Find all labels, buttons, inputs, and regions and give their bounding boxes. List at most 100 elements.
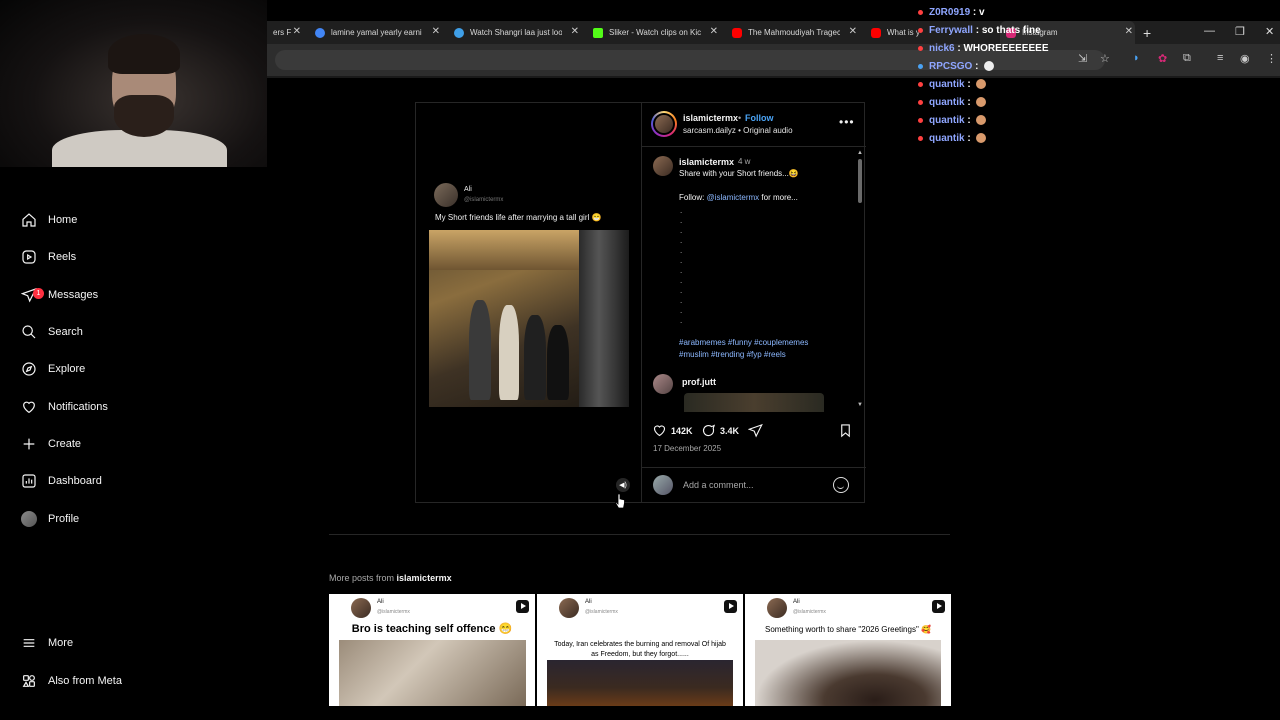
user-badge-icon <box>918 45 923 51</box>
heart-icon <box>20 398 38 416</box>
close-icon[interactable]: ✕ <box>571 26 579 37</box>
more-options-icon[interactable]: ••• <box>839 115 855 129</box>
thumbnail-image <box>339 640 526 706</box>
sidebar-item-label: Also from Meta <box>48 675 122 687</box>
instagram-sidebar: Home Reels 1 Messages Search Explore Not… <box>5 167 267 720</box>
thumbnail-caption: Bro is teaching self offence 😁 <box>351 623 513 635</box>
home-icon <box>20 211 38 229</box>
comments-scrollbar[interactable]: ▲ ▼ <box>857 150 863 410</box>
profile-icon[interactable]: ◉ <box>1240 52 1250 65</box>
more-posts-heading: More posts from islamictermx <box>329 573 452 583</box>
chat-username: RPCSGO <box>929 61 973 72</box>
sidebar-item-more[interactable]: More <box>20 628 73 658</box>
comment-button[interactable]: 3.4K <box>701 423 739 438</box>
sidebar-item-explore[interactable]: Explore <box>20 354 85 384</box>
close-icon[interactable]: ✕ <box>432 26 440 37</box>
browser-tab[interactable]: Sliker - Watch clips on Kic ✕ <box>587 21 720 44</box>
hamburger-menu-icon <box>20 634 38 652</box>
video-person <box>499 305 519 400</box>
thumbnail-image <box>547 660 733 706</box>
like-button[interactable]: 142K <box>652 423 693 438</box>
thumbnail-caption: Today, Iran celebrates the burning and r… <box>554 641 726 658</box>
hashtags[interactable]: #arabmemes #funny #couplememes #muslim #… <box>679 337 839 361</box>
post-video[interactable] <box>429 230 629 407</box>
extensions-puzzle-icon[interactable]: ⧉ <box>1183 52 1191 65</box>
post-author-username[interactable]: islamictermx <box>683 113 738 123</box>
close-icon[interactable]: ✕ <box>293 26 301 37</box>
scroll-up-icon[interactable]: ▲ <box>857 150 863 156</box>
more-posts-username[interactable]: islamictermx <box>397 573 452 583</box>
sidebar-item-home[interactable]: Home <box>20 205 77 235</box>
caption-dots: . . . . . . . . . . . . <box>680 206 683 325</box>
scroll-down-icon[interactable]: ▼ <box>857 402 863 408</box>
install-icon[interactable]: ⇲ <box>1078 52 1087 65</box>
sidebar-item-notifications[interactable]: Notifications <box>20 392 108 422</box>
menu-kebab-icon[interactable]: ⋮ <box>1266 52 1277 65</box>
tab-search-icon[interactable]: ≡ <box>1217 52 1223 64</box>
story-ring-avatar[interactable] <box>651 111 677 137</box>
sidebar-item-also-from-meta[interactable]: Also from Meta <box>20 666 122 696</box>
sidebar-item-messages[interactable]: 1 Messages <box>20 280 98 310</box>
sidebar-item-dashboard[interactable]: Dashboard <box>20 466 102 496</box>
comments-section: islamictermx 4 w Share with your Short f… <box>642 148 866 412</box>
chat-message: nick6 : WHOREEEEEEEE <box>918 43 1049 54</box>
tab-title: Sliker - Watch clips on Kic <box>609 28 701 37</box>
caption-author-username[interactable]: islamictermx <box>679 157 734 167</box>
more-post-thumbnail[interactable]: Ali @islamictermx Bro is teaching self o… <box>329 594 535 706</box>
more-post-thumbnail[interactable]: Ali @islamictermx Something worth to sha… <box>745 594 951 706</box>
video-person <box>524 315 546 400</box>
new-tab-button[interactable]: + <box>1143 25 1151 41</box>
sidebar-item-profile[interactable]: Profile <box>20 504 79 534</box>
browser-tab[interactable]: ers F ✕ <box>267 21 303 44</box>
emoji-icon[interactable] <box>833 477 849 493</box>
extension-icon[interactable]: ◗ <box>1133 52 1140 64</box>
close-icon[interactable]: ✕ <box>849 26 857 37</box>
sidebar-item-label: Home <box>48 214 78 226</box>
reel-play-icon <box>932 600 945 613</box>
caption-author-avatar[interactable] <box>653 156 673 176</box>
hand-emoji-icon <box>976 79 987 90</box>
user-badge-icon <box>918 99 923 105</box>
browser-tab[interactable]: What is y <box>865 21 925 44</box>
messages-icon: 1 <box>20 286 44 304</box>
scrollbar-thumb[interactable] <box>858 159 862 203</box>
sidebar-item-search[interactable]: Search <box>20 317 83 347</box>
thumbnail-author-handle: @islamictermx <box>793 609 826 615</box>
minimize-button[interactable]: — <box>1204 25 1215 37</box>
follow-button[interactable]: Follow <box>745 113 774 123</box>
chat-text: v <box>979 7 985 18</box>
sidebar-item-label: Dashboard <box>48 475 102 487</box>
sidebar-item-reels[interactable]: Reels <box>20 242 76 272</box>
webcam-person-hair <box>108 34 180 74</box>
browser-tab[interactable]: The Mahmoudiyah Tragec ✕ <box>726 21 859 44</box>
hand-emoji-icon <box>976 115 987 126</box>
maximize-button[interactable]: ❐ <box>1235 25 1245 38</box>
sidebar-item-create[interactable]: Create <box>20 429 81 459</box>
bookmark-star-icon[interactable]: ☆ <box>1100 52 1110 65</box>
user-badge-icon <box>918 117 923 123</box>
webcam-person-beard <box>114 95 174 137</box>
save-button[interactable] <box>838 423 857 438</box>
audio-attribution[interactable]: sarcasm.dailyz • Original audio <box>683 126 793 135</box>
section-divider <box>329 534 950 535</box>
mouse-cursor-icon <box>615 493 625 509</box>
post-media[interactable]: Ali @islamictermx My Short friends life … <box>416 103 641 502</box>
chat-message: RPCSGO : <box>918 61 995 72</box>
chat-text: so thats fine <box>981 25 1041 36</box>
browser-tab[interactable]: lamine yamal yearly earni ✕ <box>309 21 442 44</box>
comment-author-avatar[interactable] <box>653 374 673 394</box>
browser-tab[interactable]: Watch Shangri laa just loo ✕ <box>448 21 581 44</box>
mention-link[interactable]: @islamictermx <box>707 193 760 202</box>
comment-author-username[interactable]: prof.jutt <box>682 377 716 387</box>
chat-text: WHOREEEEEEEE <box>963 43 1049 54</box>
close-icon[interactable]: ✕ <box>1125 26 1133 37</box>
extension-icon[interactable]: ✿ <box>1158 52 1167 65</box>
chat-username: quantik <box>929 97 965 108</box>
share-button[interactable] <box>748 423 767 438</box>
close-window-button[interactable]: ✕ <box>1265 25 1274 38</box>
close-icon[interactable]: ✕ <box>710 26 718 37</box>
volume-icon[interactable]: ◀) <box>616 478 630 492</box>
more-post-thumbnail[interactable]: Ali @islamictermx Today, Iran celebrates… <box>537 594 743 706</box>
add-comment-input[interactable] <box>683 478 823 492</box>
sidebar-item-label: Explore <box>48 363 86 375</box>
